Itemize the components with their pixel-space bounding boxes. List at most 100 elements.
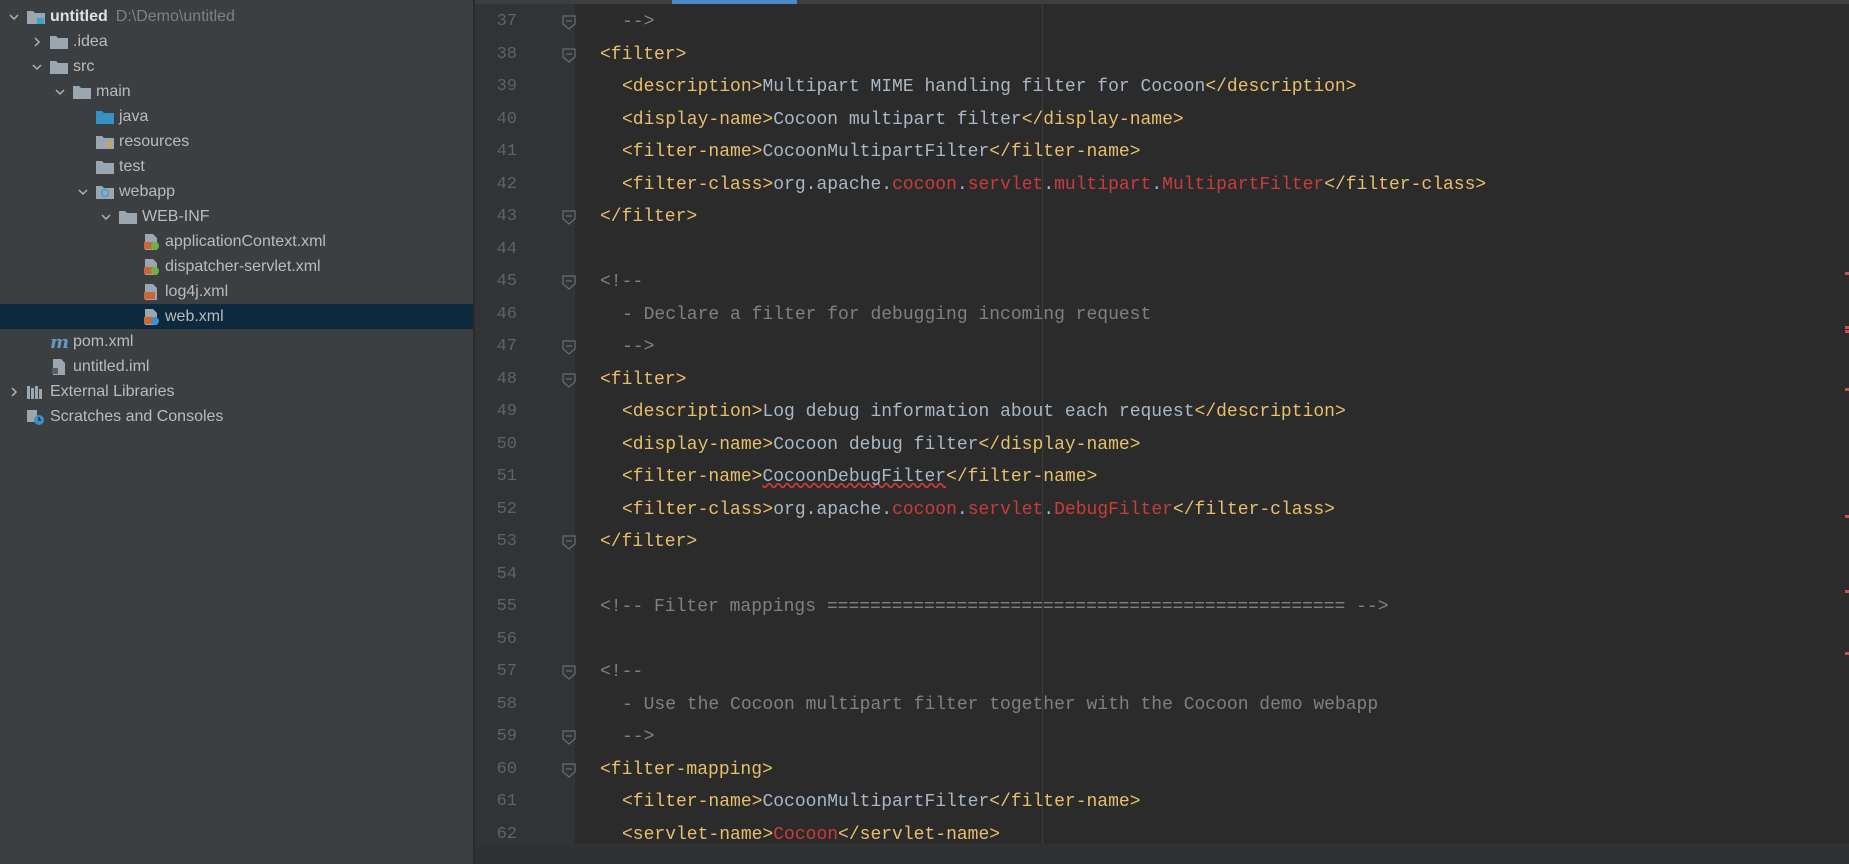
- code-token: <filter>: [600, 44, 687, 65]
- line-number[interactable]: 60: [475, 754, 517, 786]
- line-number[interactable]: 43: [475, 201, 517, 233]
- tree-item-pom-xml[interactable]: m pom.xml: [0, 329, 473, 354]
- line-number[interactable]: 51: [475, 461, 517, 493]
- fold-marker-icon[interactable]: [561, 372, 577, 388]
- code-line[interactable]: [600, 559, 1849, 591]
- code-line[interactable]: <!--: [600, 656, 1849, 688]
- error-stripe-marker[interactable]: [1845, 388, 1849, 391]
- error-stripe-marker[interactable]: [1845, 590, 1849, 593]
- line-number[interactable]: 56: [475, 624, 517, 656]
- chevron-down-icon[interactable]: [29, 59, 45, 75]
- editor-gutter[interactable]: 37 38 39 40 41 42 43 44 45 46 47 48 49 50 51 52 53 54 55 56…: [475, 4, 577, 844]
- tree-item-resources[interactable]: resources: [0, 129, 473, 154]
- fold-marker-icon[interactable]: [561, 664, 577, 680]
- code-line[interactable]: [600, 624, 1849, 656]
- code-line[interactable]: <display-name>Cocoon multipart filter</d…: [622, 104, 1849, 136]
- tree-item-src[interactable]: src: [0, 54, 473, 79]
- tree-item-untitled-iml[interactable]: untitled.iml: [0, 354, 473, 379]
- line-number[interactable]: 54: [475, 559, 517, 591]
- code-line[interactable]: <filter-class>org.apache.cocoon.servlet.…: [622, 494, 1849, 526]
- code-line[interactable]: <filter-class>org.apache.cocoon.servlet.…: [622, 169, 1849, 201]
- fold-marker-icon[interactable]: [561, 729, 577, 745]
- tree-item-label: test: [119, 157, 145, 175]
- tree-item-idea[interactable]: .idea: [0, 29, 473, 54]
- fold-marker-icon[interactable]: [561, 534, 577, 550]
- active-tab-indicator[interactable]: [672, 0, 797, 4]
- code-line[interactable]: <filter>: [600, 364, 1849, 396]
- line-number[interactable]: 49: [475, 396, 517, 428]
- chevron-down-icon[interactable]: [75, 184, 91, 200]
- line-number[interactable]: 38: [475, 39, 517, 71]
- error-stripe-marker[interactable]: [1845, 330, 1849, 333]
- line-number[interactable]: 48: [475, 364, 517, 396]
- tree-item-applicationcontext-xml[interactable]: applicationContext.xml: [0, 229, 473, 254]
- fold-marker-icon[interactable]: [561, 339, 577, 355]
- code-line[interactable]: <description>Log debug information about…: [622, 396, 1849, 428]
- tree-item-dispatcher-servlet-xml[interactable]: dispatcher-servlet.xml: [0, 254, 473, 279]
- code-line[interactable]: <filter-name>CocoonMultipartFilter</filt…: [622, 786, 1849, 818]
- fold-marker-icon[interactable]: [561, 14, 577, 30]
- tree-item-log4j-xml[interactable]: log4j.xml: [0, 279, 473, 304]
- tree-item-webapp[interactable]: webapp: [0, 179, 473, 204]
- code-line[interactable]: <filter-name>CocoonMultipartFilter</filt…: [622, 136, 1849, 168]
- code-line[interactable]: -->: [622, 331, 1849, 363]
- tree-item-untitled[interactable]: untitled D:\Demo\untitled: [0, 4, 473, 29]
- tree-item-java[interactable]: java: [0, 104, 473, 129]
- fold-marker-icon[interactable]: [561, 47, 577, 63]
- code-line[interactable]: <description>Multipart MIME handling fil…: [622, 71, 1849, 103]
- chevron-down-icon[interactable]: [6, 9, 22, 25]
- line-number[interactable]: 40: [475, 104, 517, 136]
- error-stripe-marker[interactable]: [1845, 326, 1849, 329]
- chevron-right-icon[interactable]: [29, 34, 45, 50]
- code-line[interactable]: <!--: [600, 266, 1849, 298]
- line-number[interactable]: 46: [475, 299, 517, 331]
- chevron-right-icon[interactable]: [6, 384, 22, 400]
- line-number[interactable]: 57: [475, 656, 517, 688]
- code-editor[interactable]: 37 38 39 40 41 42 43 44 45 46 47 48 49 50 51 52 53 54 55 56…: [475, 0, 1849, 864]
- line-number[interactable]: 42: [475, 169, 517, 201]
- line-number[interactable]: 41: [475, 136, 517, 168]
- line-number[interactable]: 59: [475, 721, 517, 753]
- line-number[interactable]: 50: [475, 429, 517, 461]
- line-number[interactable]: 53: [475, 526, 517, 558]
- line-number[interactable]: 61: [475, 786, 517, 818]
- tree-item-main[interactable]: main: [0, 79, 473, 104]
- line-number[interactable]: 52: [475, 494, 517, 526]
- line-number[interactable]: 47: [475, 331, 517, 363]
- code-line[interactable]: [600, 234, 1849, 266]
- code-line[interactable]: <filter>: [600, 39, 1849, 71]
- line-number[interactable]: 39: [475, 71, 517, 103]
- project-tool-window[interactable]: untitled D:\Demo\untitled .idea src main java…: [0, 0, 473, 864]
- tree-item-web-xml[interactable]: web.xml: [0, 304, 473, 329]
- code-line[interactable]: </filter>: [600, 201, 1849, 233]
- chevron-down-icon[interactable]: [98, 209, 114, 225]
- line-number[interactable]: 37: [475, 6, 517, 38]
- fold-marker-icon[interactable]: [561, 209, 577, 225]
- code-line[interactable]: </filter>: [600, 526, 1849, 558]
- code-line[interactable]: - Use the Cocoon multipart filter togeth…: [622, 689, 1849, 721]
- tree-item-test[interactable]: test: [0, 154, 473, 179]
- line-number[interactable]: 55: [475, 591, 517, 623]
- chevron-down-icon[interactable]: [52, 84, 68, 100]
- code-line[interactable]: <filter-name>CocoonDebugFilter</filter-n…: [622, 461, 1849, 493]
- code-token: MultipartFilter: [1162, 174, 1325, 195]
- error-stripe-marker[interactable]: [1845, 515, 1849, 518]
- fold-marker-icon[interactable]: [561, 762, 577, 778]
- error-stripe-marker[interactable]: [1845, 652, 1849, 655]
- line-number[interactable]: 45: [475, 266, 517, 298]
- code-line[interactable]: <filter-mapping>: [600, 754, 1849, 786]
- tree-item-scratches-and-consoles[interactable]: Scratches and Consoles: [0, 404, 473, 429]
- tree-item-web-inf[interactable]: WEB-INF: [0, 204, 473, 229]
- tree-item-external-libraries[interactable]: External Libraries: [0, 379, 473, 404]
- line-number[interactable]: 44: [475, 234, 517, 266]
- error-stripe-marker[interactable]: [1845, 272, 1849, 275]
- code-line[interactable]: -->: [622, 721, 1849, 753]
- code-line[interactable]: -->: [622, 6, 1849, 38]
- fold-marker-icon[interactable]: [561, 274, 577, 290]
- code-line[interactable]: <display-name>Cocoon debug filter</displ…: [622, 429, 1849, 461]
- tree-item-label: untitled.iml: [73, 357, 150, 375]
- code-line[interactable]: - Declare a filter for debugging incomin…: [622, 299, 1849, 331]
- line-number[interactable]: 58: [475, 689, 517, 721]
- horizontal-scrollbar[interactable]: [475, 844, 1849, 864]
- code-line[interactable]: <!-- Filter mappings ===================…: [600, 591, 1849, 623]
